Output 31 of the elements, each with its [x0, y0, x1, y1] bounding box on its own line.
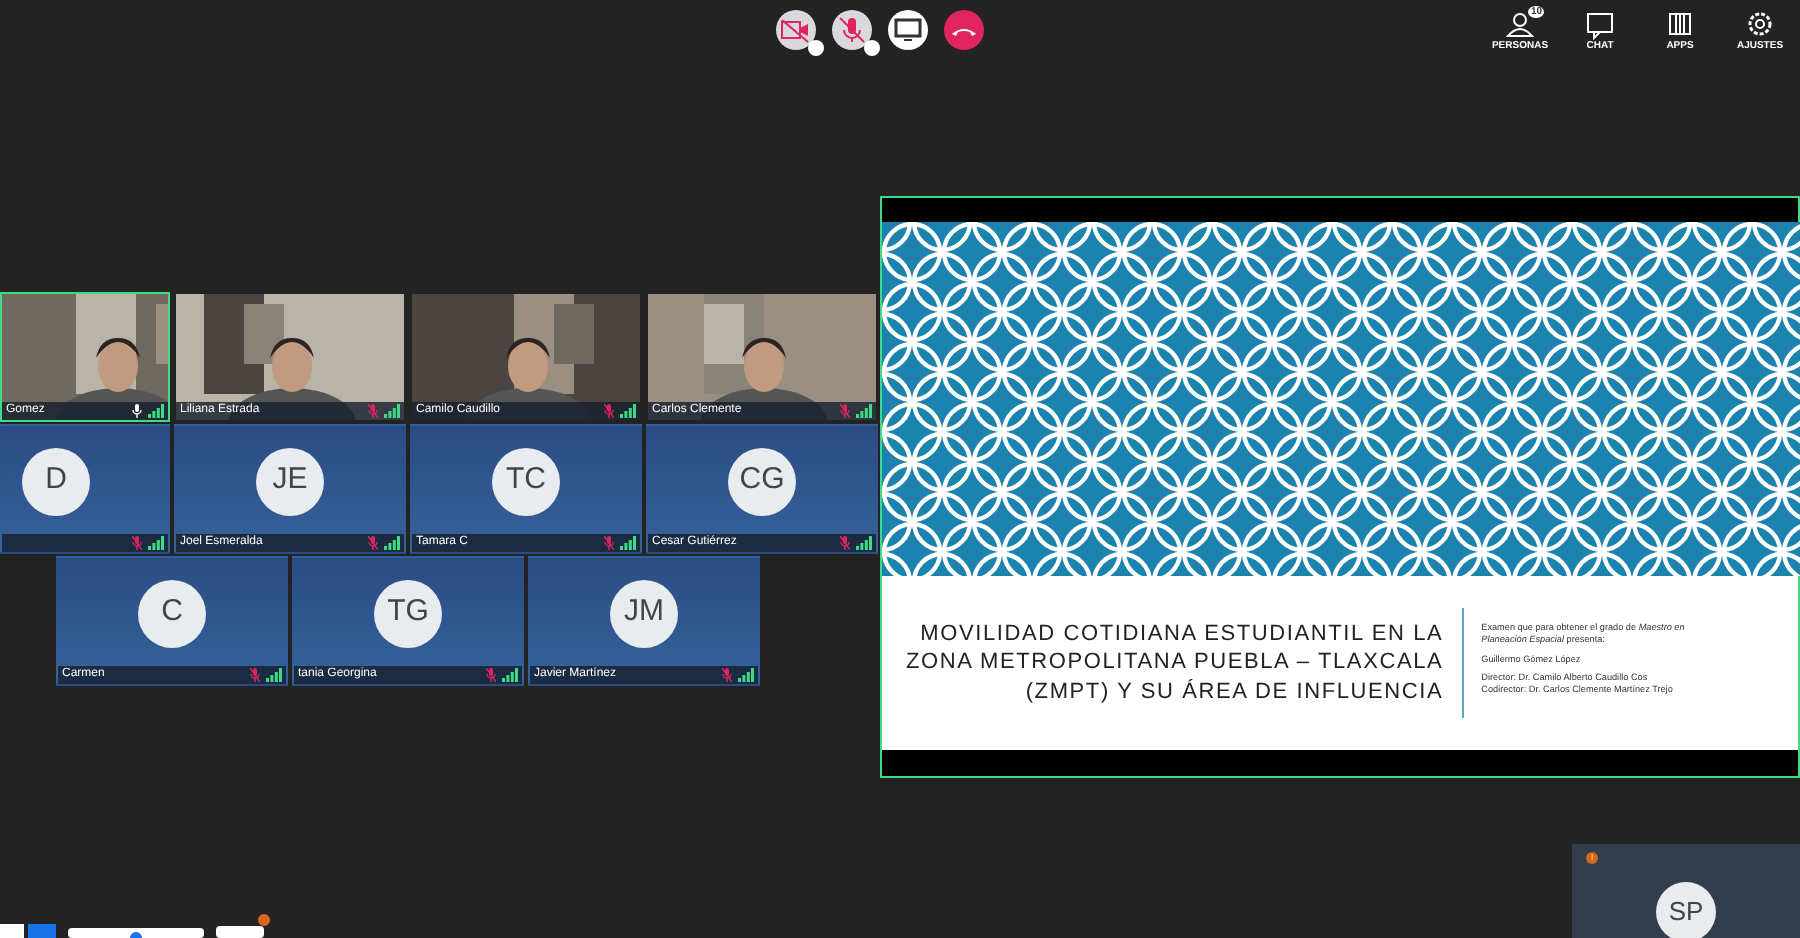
share-screen-button[interactable]	[888, 10, 928, 50]
signal-icon	[384, 536, 400, 550]
avatar: JE	[256, 447, 324, 516]
avatar: TC	[492, 447, 560, 516]
hang-up-button[interactable]	[944, 10, 984, 50]
signal-icon	[384, 404, 400, 418]
avatar: SP	[1656, 882, 1716, 938]
slide-title: MOVILIDAD COTIDIANA ESTUDIANTIL EN LA ZONA METROPOLITANA PUEBLA – TLAXCALA (ZMPT) Y SU ÁREA DE INFLUENCIA	[906, 620, 1444, 706]
chat-icon	[1584, 10, 1616, 40]
signal-icon	[620, 404, 636, 418]
avatar: JM	[610, 579, 678, 648]
settings-icon	[1744, 10, 1776, 40]
signal-icon	[620, 536, 636, 550]
avatar: CG	[728, 447, 796, 516]
caret-icon[interactable]	[808, 40, 824, 56]
apps-icon	[1664, 10, 1696, 40]
toolbar-button[interactable]	[68, 928, 204, 938]
phone-icon	[952, 25, 976, 35]
avatar: D	[22, 447, 90, 516]
signal-icon	[148, 536, 164, 550]
notification-icon[interactable]	[216, 914, 270, 938]
caret-icon[interactable]	[864, 40, 880, 56]
avatar: TG	[374, 579, 442, 648]
signal-icon	[738, 668, 754, 682]
signal-icon	[856, 536, 872, 550]
grid-view-icon[interactable]	[0, 924, 56, 938]
avatar: C	[138, 579, 206, 648]
signal-icon	[856, 404, 872, 418]
signal-icon	[502, 668, 518, 682]
signal-icon	[266, 668, 282, 682]
people-icon	[1504, 10, 1536, 40]
